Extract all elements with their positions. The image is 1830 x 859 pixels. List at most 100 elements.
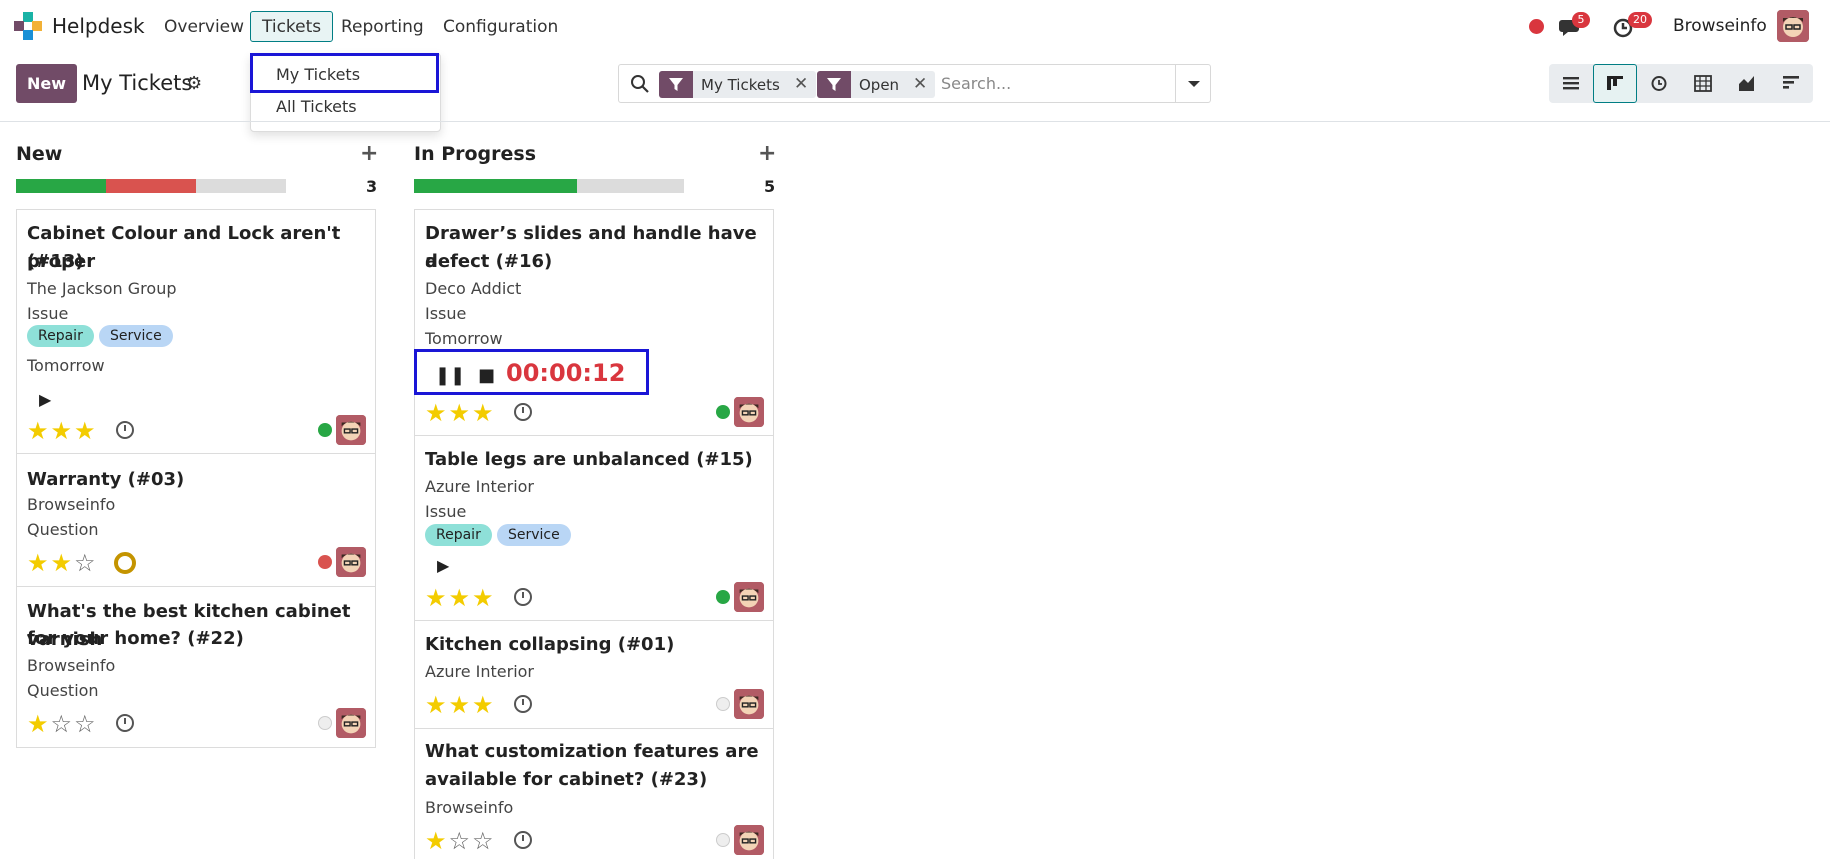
column-count-new: 3 (366, 177, 378, 196)
filter-icon (659, 71, 693, 98)
gantt-view-button[interactable] (1769, 64, 1813, 103)
status-dot-green[interactable] (716, 405, 730, 419)
table-icon (1694, 75, 1712, 92)
assignee-avatar[interactable] (734, 582, 764, 612)
play-timer-icon[interactable]: ▶ (39, 390, 51, 409)
new-ticket-button[interactable]: New (16, 64, 77, 103)
helpdesk-app-icon[interactable] (14, 12, 42, 40)
facet-label: My Tickets (701, 76, 780, 94)
ticket-card[interactable]: Drawer’s slides and handle have a defect… (414, 209, 774, 436)
remove-facet-icon[interactable]: ✕ (913, 74, 927, 94)
messages-badge: 5 (1572, 12, 1590, 28)
lifebuoy-icon[interactable] (114, 552, 136, 574)
ticket-card[interactable]: Table legs are unbalanced (#15) Azure In… (414, 435, 774, 621)
priority-stars[interactable]: ★★☆ (27, 549, 98, 577)
list-icon (1563, 77, 1579, 90)
ticket-type: Question (27, 520, 99, 539)
assignee-avatar[interactable] (734, 397, 764, 427)
ticket-customer: Azure Interior (425, 662, 535, 681)
facet-my-tickets: My Tickets ✕ (659, 71, 816, 98)
ticket-title: available for cabinet? (#23) (425, 769, 708, 790)
menu-overview[interactable]: Overview (164, 17, 244, 37)
ticket-card[interactable]: What customization features are availabl… (414, 728, 774, 859)
priority-stars[interactable]: ★★★ (425, 584, 496, 612)
ticket-card[interactable]: Kitchen collapsing (#01) Azure Interior … (414, 620, 774, 729)
progress-segment-green[interactable] (16, 179, 106, 193)
column-progress-in-progress[interactable] (414, 179, 684, 193)
remove-facet-icon[interactable]: ✕ (794, 74, 808, 94)
assignee-avatar[interactable] (336, 708, 366, 738)
column-progress-new[interactable] (16, 179, 286, 193)
assignee-avatar[interactable] (336, 547, 366, 577)
priority-stars[interactable]: ★☆☆ (425, 827, 496, 855)
tag-repair: Repair (425, 524, 492, 546)
kanban-view-button[interactable] (1593, 64, 1637, 103)
graph-view-button[interactable] (1725, 64, 1769, 103)
clock-icon (1651, 76, 1667, 91)
ticket-customer: The Jackson Group (27, 279, 177, 298)
highlight-my-tickets (250, 53, 439, 93)
priority-stars[interactable]: ★☆☆ (27, 710, 98, 738)
gear-icon[interactable]: ⚙ (186, 73, 202, 94)
search-input[interactable] (941, 70, 1171, 97)
progress-segment-red[interactable] (106, 179, 196, 193)
play-timer-icon[interactable]: ▶ (437, 556, 449, 575)
activity-clock-icon[interactable] (514, 403, 532, 421)
activity-clock-icon[interactable] (514, 695, 532, 713)
priority-stars[interactable]: ★★★ (425, 691, 496, 719)
ticket-title: for your home? (#22) (27, 628, 244, 649)
ticket-title: Kitchen collapsing (#01) (425, 634, 675, 655)
page-title: My Tickets (82, 71, 193, 95)
dropdown-item-all-tickets[interactable]: All Tickets (276, 97, 357, 116)
add-to-column-new-button[interactable]: + (360, 141, 378, 166)
recording-indicator-icon[interactable] (1529, 19, 1544, 34)
activity-clock-icon[interactable] (514, 831, 532, 849)
user-name[interactable]: Browseinfo (1673, 16, 1767, 36)
column-title-in-progress[interactable]: In Progress (414, 143, 536, 165)
facet-open: Open ✕ (817, 71, 935, 98)
assignee-avatar[interactable] (336, 415, 366, 445)
ticket-customer: Browseinfo (27, 656, 116, 675)
status-dot-red[interactable] (318, 555, 332, 569)
area-chart-icon (1739, 76, 1754, 91)
activity-clock-icon[interactable] (116, 421, 134, 439)
ticket-card[interactable]: What's the best kitchen cabinet varnish … (16, 586, 376, 748)
search-bar: My Tickets ✕ Open ✕ (618, 64, 1211, 103)
ticket-title: defect (#16) (425, 251, 553, 272)
menu-configuration[interactable]: Configuration (443, 17, 558, 37)
ticket-type: Issue (425, 304, 467, 323)
assignee-avatar[interactable] (734, 689, 764, 719)
status-dot-grey[interactable] (716, 833, 730, 847)
highlight-timer (414, 349, 649, 395)
add-to-column-in-progress-button[interactable]: + (758, 141, 776, 166)
tag-repair: Repair (27, 325, 94, 347)
user-avatar[interactable] (1777, 10, 1809, 42)
assignee-avatar[interactable] (734, 825, 764, 855)
menu-tickets[interactable]: Tickets (250, 11, 334, 42)
priority-stars[interactable]: ★★★ (27, 417, 98, 445)
status-dot-green[interactable] (318, 423, 332, 437)
progress-segment-green[interactable] (414, 179, 577, 193)
tag-service: Service (99, 325, 173, 347)
activity-clock-icon[interactable] (116, 714, 134, 732)
activity-clock-icon[interactable] (514, 588, 532, 606)
ticket-customer: Deco Addict (425, 279, 522, 298)
activities-badge: 20 (1628, 12, 1652, 28)
status-dot-green[interactable] (716, 590, 730, 604)
menu-reporting[interactable]: Reporting (341, 17, 424, 37)
activity-view-button[interactable] (1637, 64, 1681, 103)
ticket-card[interactable]: Cabinet Colour and Lock aren't proper (#… (16, 209, 376, 454)
priority-stars[interactable]: ★★★ (425, 399, 496, 427)
app-name[interactable]: Helpdesk (52, 14, 145, 38)
list-view-button[interactable] (1549, 64, 1593, 103)
column-title-new[interactable]: New (16, 143, 62, 165)
status-dot-grey[interactable] (318, 716, 332, 730)
search-options-toggle[interactable] (1175, 65, 1211, 102)
status-dot-grey[interactable] (716, 697, 730, 711)
pivot-view-button[interactable] (1681, 64, 1725, 103)
ticket-card[interactable]: Warranty (#03) Browseinfo Question ★★☆ (16, 453, 376, 587)
ticket-title: What customization features are (425, 741, 759, 762)
facet-label: Open (859, 76, 900, 94)
ticket-customer: Azure Interior (425, 477, 535, 496)
search-icon[interactable] (630, 74, 650, 94)
